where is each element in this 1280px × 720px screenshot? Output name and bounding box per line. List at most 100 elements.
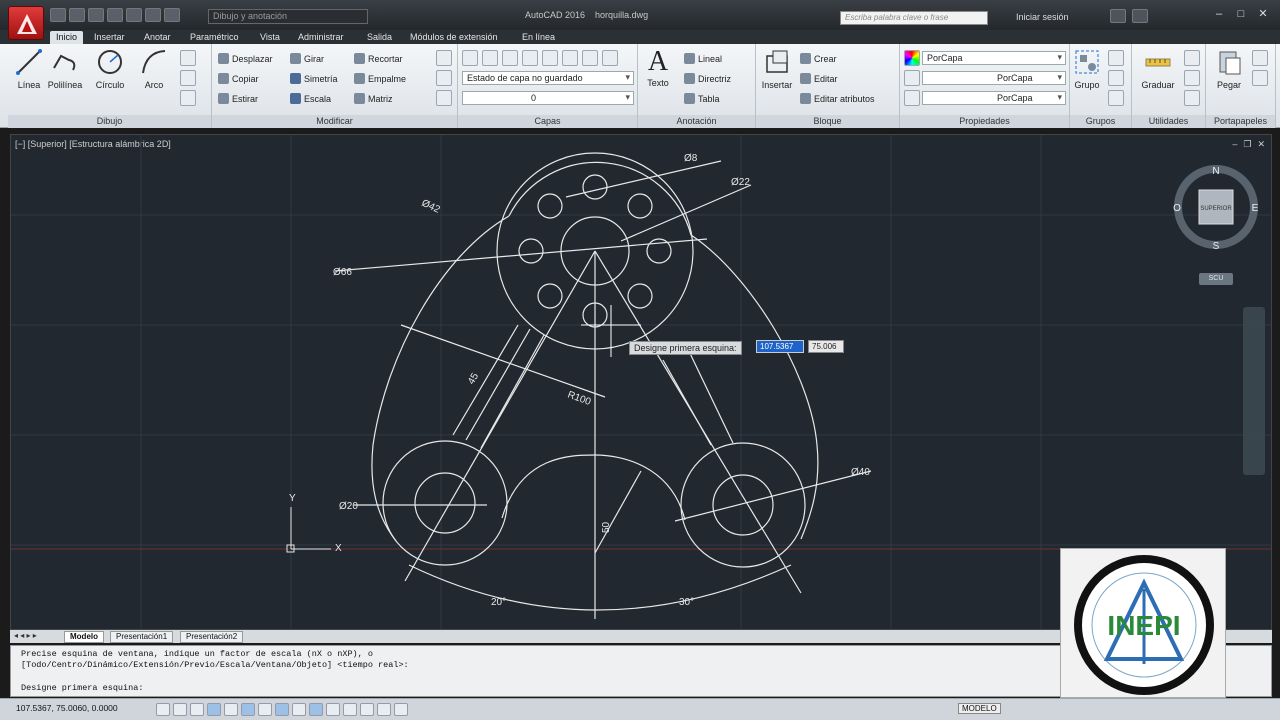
edit-block-button[interactable]: Editar bbox=[800, 73, 838, 84]
insert-block-button[interactable]: Insertar bbox=[758, 48, 796, 90]
trim-button[interactable]: Recortar bbox=[354, 53, 403, 64]
layer-icon[interactable] bbox=[522, 50, 538, 66]
copy-button[interactable]: Copiar bbox=[218, 73, 259, 84]
layer-icon[interactable] bbox=[562, 50, 578, 66]
offset-icon[interactable] bbox=[436, 90, 452, 106]
lwt-icon[interactable] bbox=[326, 703, 340, 716]
qp-icon[interactable] bbox=[360, 703, 374, 716]
polar-icon[interactable] bbox=[224, 703, 238, 716]
linetype-icon[interactable] bbox=[904, 90, 920, 106]
tab-anotar[interactable]: Anotar bbox=[138, 31, 177, 44]
circle-button[interactable]: Círculo bbox=[92, 48, 128, 90]
polygon-icon[interactable] bbox=[180, 50, 196, 66]
sc-icon[interactable] bbox=[377, 703, 391, 716]
model-space-button[interactable]: MODELO bbox=[958, 703, 1001, 714]
tab-modulos[interactable]: Módulos de extensión bbox=[404, 31, 504, 44]
mirror-button[interactable]: Simetría bbox=[290, 73, 338, 84]
copy-clip-icon[interactable] bbox=[1252, 70, 1268, 86]
help-icon[interactable] bbox=[1132, 9, 1148, 23]
ungroup-icon[interactable] bbox=[1108, 50, 1124, 66]
maximize-icon[interactable]: □ bbox=[1232, 6, 1250, 22]
panel-title-capas[interactable]: Capas bbox=[458, 115, 637, 128]
group-select-icon[interactable] bbox=[1108, 90, 1124, 106]
tab-vista[interactable]: Vista bbox=[254, 31, 286, 44]
dynamic-input-x[interactable]: 107.5367 bbox=[756, 340, 804, 353]
panel-title-modificar[interactable]: Modificar bbox=[212, 115, 457, 128]
tab-en-linea[interactable]: En línea bbox=[516, 31, 561, 44]
undo-icon[interactable] bbox=[145, 8, 161, 22]
group-button[interactable]: Grupo bbox=[1072, 48, 1102, 90]
application-menu-button[interactable] bbox=[8, 6, 44, 40]
table-button[interactable]: Tabla bbox=[684, 93, 720, 104]
layer-icon[interactable] bbox=[482, 50, 498, 66]
quick-select-icon[interactable] bbox=[1184, 50, 1200, 66]
navigation-bar[interactable] bbox=[1243, 307, 1265, 475]
tab-administrar[interactable]: Administrar bbox=[292, 31, 350, 44]
viewcube[interactable]: SUPERIOR N S E O bbox=[1171, 165, 1261, 257]
leader-button[interactable]: Directriz bbox=[684, 73, 731, 84]
wcs-menu[interactable]: SCU bbox=[1199, 273, 1233, 285]
panel-title-dibujo[interactable]: Dibujo bbox=[8, 115, 211, 128]
array-button[interactable]: Matriz bbox=[354, 93, 393, 104]
tab-insertar[interactable]: Insertar bbox=[88, 31, 131, 44]
tpy-icon[interactable] bbox=[343, 703, 357, 716]
save-as-icon[interactable] bbox=[107, 8, 123, 22]
create-block-button[interactable]: Crear bbox=[800, 53, 837, 64]
layout-tab-modelo[interactable]: Modelo bbox=[64, 631, 104, 643]
minimize-icon[interactable]: – bbox=[1210, 6, 1228, 22]
am-icon[interactable] bbox=[394, 703, 408, 716]
otrack-icon[interactable] bbox=[275, 703, 289, 716]
layout-tab-presentacion2[interactable]: Presentación2 bbox=[180, 631, 244, 643]
layer-icon[interactable] bbox=[502, 50, 518, 66]
grid-icon[interactable] bbox=[190, 703, 204, 716]
panel-title-bloque[interactable]: Bloque bbox=[756, 115, 899, 128]
viewcube-n[interactable]: N bbox=[1212, 166, 1219, 177]
linear-dim-button[interactable]: Lineal bbox=[684, 53, 722, 64]
polyline-button[interactable]: Polilínea bbox=[46, 48, 84, 90]
cut-icon[interactable] bbox=[1252, 50, 1268, 66]
osnap-icon[interactable] bbox=[241, 703, 255, 716]
signin-button[interactable]: Iniciar sesión bbox=[1016, 12, 1069, 22]
snap-icon[interactable] bbox=[173, 703, 187, 716]
layer-state-select[interactable]: Estado de capa no guardado bbox=[462, 71, 634, 85]
stretch-button[interactable]: Estirar bbox=[218, 93, 258, 104]
dynamic-input-y[interactable]: 75.006 bbox=[808, 340, 844, 353]
calculator-icon[interactable] bbox=[1184, 70, 1200, 86]
group-edit-icon[interactable] bbox=[1108, 70, 1124, 86]
lineweight-select[interactable]: PorCapa bbox=[922, 71, 1066, 85]
panel-title-utilidades[interactable]: Utilidades bbox=[1132, 115, 1205, 128]
viewcube-o[interactable]: O bbox=[1173, 203, 1181, 214]
layout-nav-arrows[interactable]: ◂ ◂ ▸ ▸ bbox=[14, 631, 37, 640]
dyn-icon[interactable] bbox=[309, 703, 323, 716]
tab-parametrico[interactable]: Paramétrico bbox=[184, 31, 245, 44]
3dosnap-icon[interactable] bbox=[258, 703, 272, 716]
layer-select[interactable]: 0 bbox=[462, 91, 634, 105]
arc-button[interactable]: Arco bbox=[138, 48, 170, 90]
close-icon[interactable]: ✕ bbox=[1254, 6, 1272, 22]
lineweight-icon[interactable] bbox=[904, 70, 920, 86]
text-button[interactable]: A Texto bbox=[642, 48, 674, 89]
fillet-button[interactable]: Empalme bbox=[354, 73, 406, 84]
open-icon[interactable] bbox=[69, 8, 85, 22]
paste-button[interactable]: Pegar bbox=[1212, 48, 1246, 90]
redo-icon[interactable] bbox=[164, 8, 180, 22]
linetype-select[interactable]: PorCapa bbox=[922, 91, 1066, 105]
save-icon[interactable] bbox=[88, 8, 104, 22]
ortho-icon[interactable] bbox=[207, 703, 221, 716]
explode-icon[interactable] bbox=[436, 70, 452, 86]
viewcube-s[interactable]: S bbox=[1213, 241, 1220, 252]
infer-icon[interactable] bbox=[156, 703, 170, 716]
viewcube-e[interactable]: E bbox=[1252, 203, 1259, 214]
hatch-icon[interactable] bbox=[180, 90, 196, 106]
layout-tab-presentacion1[interactable]: Presentación1 bbox=[110, 631, 174, 643]
panel-title-anotacion[interactable]: Anotación bbox=[638, 115, 755, 128]
coordinate-readout[interactable]: 107.5367, 75.0060, 0.0000 bbox=[16, 703, 118, 713]
tab-inicio[interactable]: Inicio bbox=[50, 31, 84, 44]
search-input[interactable]: Escriba palabra clave o frase bbox=[840, 11, 988, 25]
match-properties-icon[interactable] bbox=[904, 50, 920, 66]
layer-icon[interactable] bbox=[542, 50, 558, 66]
scale-button[interactable]: Escala bbox=[290, 93, 331, 104]
ducs-icon[interactable] bbox=[292, 703, 306, 716]
tab-salida[interactable]: Salida bbox=[361, 31, 398, 44]
ellipse-icon[interactable] bbox=[180, 70, 196, 86]
